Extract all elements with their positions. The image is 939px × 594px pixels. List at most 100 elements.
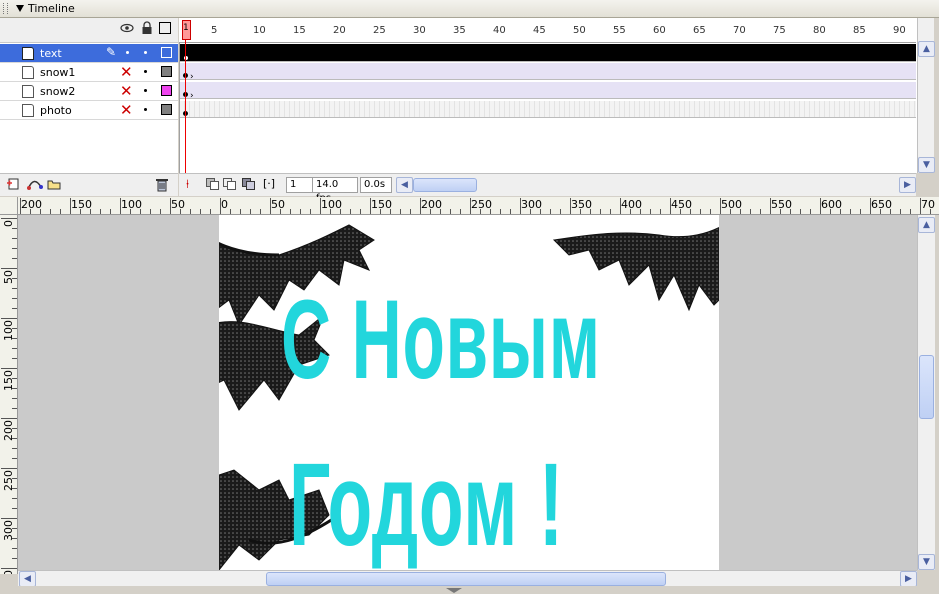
greeting-line-1[interactable]: С Новым (281, 275, 601, 404)
panel-grip-icon[interactable] (3, 3, 8, 14)
ruler-number: 100 (121, 198, 142, 211)
ruler-tick (12, 238, 17, 239)
insert-folder-icon[interactable] (46, 177, 62, 194)
trash-icon[interactable] (155, 177, 169, 195)
timeline-status-bar: ⍿ [·] 1 14.0 fps 0.0s ◀ ▶ (179, 173, 916, 204)
outline-color-swatch[interactable] (161, 47, 172, 58)
lock-dot[interactable] (144, 51, 147, 54)
ruler-number: 650 (871, 198, 892, 211)
stage-horizontal-scrollbar[interactable]: ◀ ▶ (18, 570, 917, 587)
ruler-tick (400, 209, 401, 214)
frame-number-label: 50 (573, 25, 586, 36)
onion-skin-icon[interactable] (206, 178, 220, 193)
ruler-tick (620, 198, 621, 214)
elapsed-time-field[interactable]: 0.0s (360, 177, 392, 193)
lock-icon[interactable] (141, 21, 153, 38)
ruler-tick (660, 209, 661, 214)
lock-dot[interactable] (144, 108, 147, 111)
ruler-number: 600 (821, 198, 842, 211)
layer-row-snow2[interactable]: snow2 ✕ (0, 82, 178, 101)
collapse-triangle-icon[interactable] (16, 5, 24, 12)
outline-color-swatch[interactable] (161, 66, 172, 77)
modify-onion-markers-icon[interactable]: [·] (263, 177, 275, 190)
scroll-right-button[interactable]: ▶ (899, 177, 916, 193)
frame-strip-photo[interactable] (180, 101, 916, 118)
stage-vscroll-thumb[interactable] (919, 355, 934, 419)
frame-number-label: 40 (493, 25, 506, 36)
ruler-tick (12, 558, 17, 559)
ruler-tick (130, 209, 131, 214)
hidden-x-icon[interactable]: ✕ (120, 64, 133, 80)
timeline-vertical-scrollbar[interactable]: ▲ ▼ (917, 18, 935, 173)
outline-color-swatch[interactable] (161, 104, 172, 115)
scroll-right-button[interactable]: ▶ (900, 571, 917, 587)
layer-name[interactable]: photo (40, 104, 72, 117)
scroll-left-button[interactable]: ◀ (396, 177, 413, 193)
stage-canvas[interactable]: С Новым Годом ! (219, 215, 719, 570)
stage-hscroll-thumb[interactable] (266, 572, 666, 586)
ruler-tick (12, 458, 17, 459)
vertical-ruler: 050100150200250300350 (0, 214, 18, 574)
center-frame-icon[interactable]: ⍿ (186, 177, 189, 192)
frame-strip-snow2[interactable] (180, 82, 916, 99)
scroll-left-button[interactable]: ◀ (19, 571, 36, 587)
ruler-tick (12, 478, 17, 479)
frame-rate-field[interactable]: 14.0 fps (312, 177, 358, 204)
layer-name[interactable]: text (40, 47, 62, 60)
stage-vertical-scrollbar[interactable]: ▲ ▼ (917, 215, 935, 570)
ruler-number: 50 (271, 198, 285, 211)
keyframe-marker[interactable] (183, 55, 189, 61)
visibility-dot[interactable] (126, 51, 129, 54)
eye-icon[interactable] (120, 23, 134, 36)
onion-skin-outlines-icon[interactable] (223, 178, 237, 193)
frame-strip-text[interactable] (180, 44, 916, 62)
layer-row-snow1[interactable]: snow1 ✕ (0, 63, 178, 82)
ruler-tick (640, 209, 641, 214)
scroll-up-button[interactable]: ▲ (918, 217, 935, 233)
frame-strip-snow1[interactable] (180, 63, 916, 80)
ruler-tick (100, 209, 101, 214)
current-frame-field[interactable]: 1 (286, 177, 314, 193)
expand-arrow-icon[interactable] (446, 588, 462, 593)
insert-layer-icon[interactable] (6, 177, 22, 194)
outline-color-swatch[interactable] (161, 85, 172, 96)
ruler-tick (170, 198, 171, 214)
frame-number-label: 5 (211, 25, 218, 36)
ruler-tick (320, 198, 321, 214)
ruler-tick (350, 209, 351, 214)
frame-number-label: 20 (333, 25, 346, 36)
ruler-tick (190, 209, 191, 214)
hidden-x-icon[interactable]: ✕ (120, 83, 133, 99)
timeline-hscroll-thumb[interactable] (413, 178, 477, 192)
ruler-tick (280, 209, 281, 214)
ruler-number: 50 (171, 198, 185, 211)
ruler-tick (1, 318, 17, 319)
layer-page-icon (22, 104, 34, 117)
layer-name[interactable]: snow1 (40, 66, 75, 79)
ruler-tick (12, 228, 17, 229)
scroll-down-button[interactable]: ▼ (918, 554, 935, 570)
ruler-tick (730, 209, 731, 214)
scroll-down-button[interactable]: ▼ (918, 157, 935, 173)
layer-name[interactable]: snow2 (40, 85, 75, 98)
ruler-tick (250, 209, 251, 214)
timeline-panel-header[interactable]: Timeline (0, 0, 939, 18)
ruler-tick (510, 209, 511, 214)
edit-multiple-frames-icon[interactable] (242, 178, 256, 193)
scroll-up-button[interactable]: ▲ (918, 41, 935, 57)
ruler-tick (590, 209, 591, 214)
hidden-x-icon[interactable]: ✕ (120, 102, 133, 118)
greeting-line-2[interactable]: Годом ! (289, 437, 564, 570)
ruler-number: 550 (771, 198, 792, 211)
outline-square-icon[interactable] (159, 22, 171, 34)
lock-dot[interactable] (144, 89, 147, 92)
lock-dot[interactable] (144, 70, 147, 73)
frame-ruler[interactable] (179, 18, 916, 43)
add-motion-guide-icon[interactable] (26, 177, 44, 194)
layer-row-text[interactable]: text ✎ (0, 44, 178, 63)
layer-row-photo[interactable]: photo ✕ (0, 101, 178, 120)
ruler-tick (90, 209, 91, 214)
ruler-tick (12, 308, 17, 309)
playhead[interactable]: 1 (182, 20, 191, 40)
ruler-tick (30, 209, 31, 214)
